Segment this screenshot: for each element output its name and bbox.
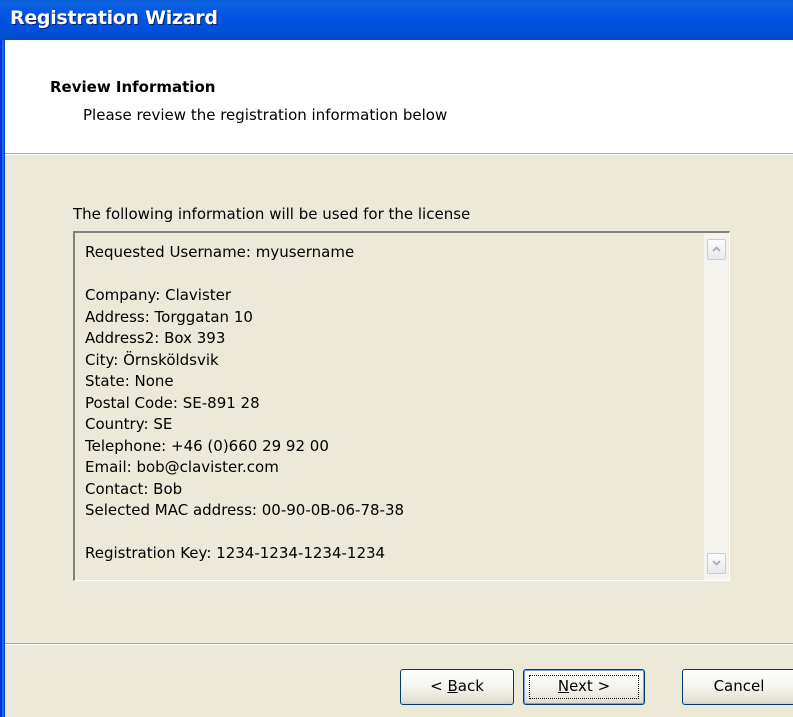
next-button[interactable]: Next >	[523, 669, 645, 705]
registration-wizard-window: Registration Wizard Review Information P…	[0, 0, 793, 717]
vertical-scrollbar[interactable]	[704, 233, 729, 580]
back-button[interactable]: < Back	[400, 669, 514, 705]
window-title: Registration Wizard	[10, 7, 218, 29]
page-title: Review Information	[50, 78, 216, 96]
back-button-rest: ack	[457, 677, 484, 695]
wizard-header: Review Information Please review the reg…	[5, 40, 793, 153]
registration-info-textbox[interactable]: Requested Username: myusername Company: C…	[73, 231, 730, 581]
focus-rectangle	[529, 675, 639, 699]
info-line: Telephone: +46 (0)660 29 92 00	[85, 436, 329, 455]
info-line: Email: bob@clavister.com	[85, 458, 279, 476]
info-line: Requested Username: myusername	[85, 243, 355, 261]
scroll-down-button[interactable]	[707, 553, 726, 574]
page-subtitle: Please review the registration informati…	[83, 106, 448, 124]
info-line: Country: SE	[85, 415, 173, 433]
info-line: City: Örnsköldsvik	[85, 350, 219, 369]
registration-info-text: Requested Username: myusername Company: C…	[85, 242, 695, 565]
info-line: Company: Clavister	[85, 286, 232, 304]
back-button-mnemonic: B	[447, 677, 458, 695]
info-line: Address: Torggatan 10	[85, 307, 253, 326]
info-line	[85, 264, 695, 286]
cancel-button[interactable]: Cancel	[682, 669, 793, 705]
info-line: Contact: Bob	[85, 479, 183, 498]
info-line: Address2: Box 393	[85, 329, 226, 347]
back-button-prefix: <	[430, 677, 448, 695]
info-line: Registration Key: 1234-1234-1234-1234	[85, 544, 386, 562]
header-divider-highlight	[5, 154, 793, 155]
footer-divider-highlight	[5, 644, 793, 645]
chevron-down-icon	[712, 560, 721, 566]
title-bar[interactable]: Registration Wizard	[0, 0, 793, 40]
info-line	[85, 522, 695, 544]
chevron-up-icon	[712, 246, 721, 252]
info-line: Selected MAC address: 00-90-0B-06-78-38	[85, 501, 405, 519]
info-line: Postal Code: SE-891 28	[85, 393, 260, 412]
info-line: State: None	[85, 372, 174, 390]
scroll-up-button[interactable]	[707, 239, 726, 260]
info-label: The following information will be used f…	[73, 205, 471, 223]
